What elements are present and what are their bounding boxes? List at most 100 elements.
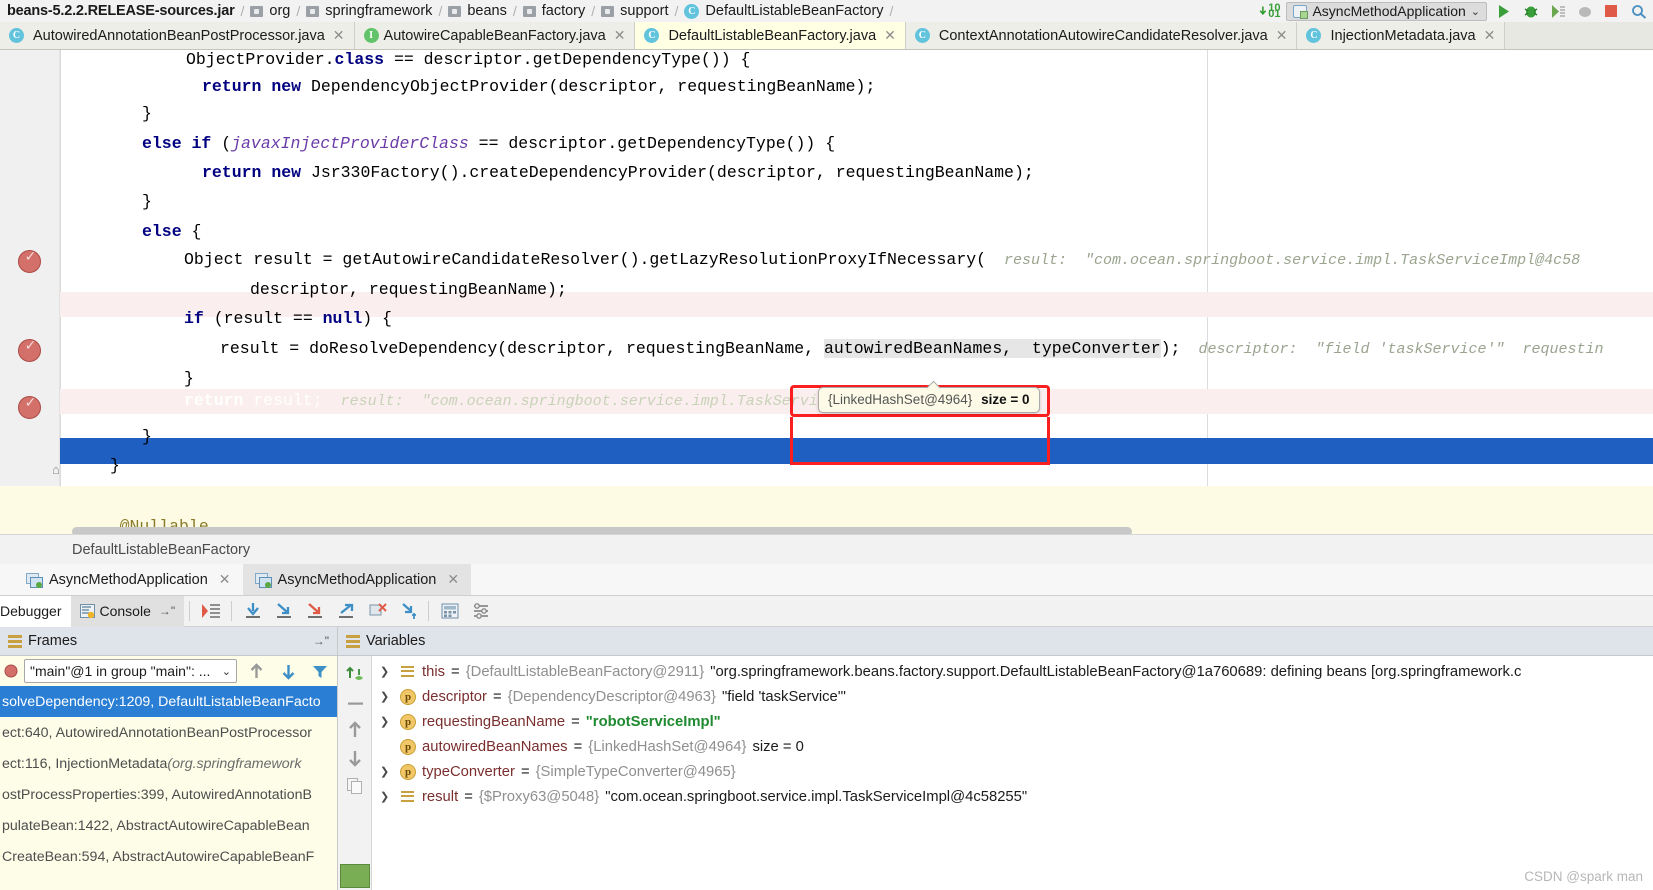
stack-frame-label: pulateBean:1422, AbstractAutowireCapable… (2, 817, 310, 834)
variable-name: this (422, 663, 446, 680)
chevron-right-icon[interactable]: ❯ (380, 690, 389, 703)
copy-icon[interactable] (338, 772, 372, 800)
variable-row-typeconverter[interactable]: ❯ p typeConverter = {SimpleTypeConverter… (372, 759, 1653, 784)
stack-frame-row[interactable]: ect:640, AutowiredAnnotationBeanPostProc… (0, 717, 337, 748)
profile-icon[interactable] (1574, 2, 1595, 21)
editor-tab-autowirecapablebeanfactory[interactable]: I AutowireCapableBeanFactory.java ✕ (354, 22, 636, 49)
tab-console[interactable]: Console →" (70, 595, 185, 627)
force-step-into-icon[interactable] (299, 596, 330, 627)
variables-list[interactable]: ❯ this = {DefaultListableBeanFactory@291… (372, 656, 1653, 890)
chevron-right-icon[interactable]: ❯ (380, 765, 389, 778)
code-line: descriptor, requestingBeanName); (250, 280, 567, 299)
field-icon (400, 665, 416, 679)
call-stack-list[interactable]: solveDependency:1209, DefaultListableBea… (0, 686, 337, 872)
tooltip-arrow-icon (927, 380, 940, 389)
variables-pane: Variables ❯ this = {DefaultListableBeanF… (338, 627, 1653, 890)
show-execution-point-icon[interactable] (195, 596, 226, 627)
variable-name: autowiredBeanNames (422, 738, 568, 755)
close-icon[interactable]: ✕ (884, 27, 896, 44)
add-watch-icon[interactable] (338, 660, 372, 690)
chevron-right-icon[interactable]: ❯ (380, 790, 389, 803)
variable-row-requestingbeanname[interactable]: ❯ p requestingBeanName = "robotServiceIm… (372, 709, 1653, 734)
pin-icon[interactable]: →" (313, 634, 329, 648)
download-sources-icon[interactable]: 10 01 (1259, 2, 1280, 21)
package-icon (448, 5, 462, 17)
drop-frame-icon[interactable] (361, 596, 392, 627)
breadcrumb-item-springframework[interactable]: springframework / (305, 3, 447, 19)
settings-icon[interactable] (465, 596, 496, 627)
chevron-right-icon[interactable]: ❯ (380, 715, 389, 728)
breakpoint-marker[interactable] (18, 249, 42, 273)
breadcrumb-label: factory (541, 3, 586, 19)
code-line: else if (javaxInjectProviderClass == des… (142, 134, 836, 153)
filter-icon[interactable] (307, 659, 333, 683)
arrow-down-icon[interactable] (275, 659, 301, 683)
session-tab-1[interactable]: AsyncMethodApplication ✕ (14, 564, 243, 595)
frames-pane-header: Frames →" (0, 627, 337, 656)
close-icon[interactable]: ✕ (614, 27, 626, 44)
equals-sign: = (464, 788, 473, 805)
run-configuration-selector[interactable]: AsyncMethodApplication ⌄ (1286, 1, 1487, 21)
frames-pane: Frames →" "main"@1 in group "main": ... … (0, 627, 338, 890)
package-icon (522, 5, 536, 17)
editor-tab-autowiredannotationbeanpostprocessor[interactable]: C AutowiredAnnotationBeanPostProcessor.j… (0, 22, 355, 49)
breadcrumb-item-factory[interactable]: factory / (522, 3, 600, 19)
editor-tab-defaultlistablebeanfactory[interactable]: C DefaultListableBeanFactory.java ✕ (635, 22, 906, 49)
session-tab-2[interactable]: AsyncMethodApplication ✕ (242, 564, 472, 595)
close-icon[interactable]: ✕ (219, 571, 231, 588)
scroll-thumb[interactable] (340, 864, 370, 888)
variable-row-descriptor[interactable]: ❯ p descriptor = {DependencyDescriptor@4… (372, 684, 1653, 709)
editor-tab-injectionmetadata[interactable]: C InjectionMetadata.java ✕ (1297, 22, 1506, 49)
editor-breadcrumb-label[interactable]: DefaultListableBeanFactory (72, 542, 250, 558)
tab-debugger[interactable]: Debugger (0, 595, 71, 627)
breadcrumb-separator-icon: / (591, 3, 596, 19)
pin-icon[interactable]: →" (159, 604, 175, 618)
step-into-icon[interactable] (268, 596, 299, 627)
code-fold-icon[interactable]: ⌂ (52, 463, 64, 476)
navbar-actions: 10 01 AsyncMethodApplication ⌄ (1259, 0, 1653, 22)
editor-tab-contextannotationautowirecandidateresolver[interactable]: C ContextAnnotationAutowireCandidateReso… (905, 22, 1298, 49)
step-out-icon[interactable] (330, 596, 361, 627)
stack-frame-row[interactable]: ect:116, InjectionMetadata (org.springfr… (0, 748, 337, 779)
stack-frame-row[interactable]: CreateBean:594, AbstractAutowireCapableB… (0, 841, 337, 872)
step-over-icon[interactable] (237, 596, 268, 627)
run-to-cursor-icon[interactable] (392, 596, 423, 627)
stack-frame-row[interactable]: pulateBean:1422, AbstractAutowireCapable… (0, 810, 337, 841)
close-icon[interactable]: ✕ (447, 571, 459, 588)
breadcrumb-item-class[interactable]: C DefaultListableBeanFactory / (683, 3, 898, 19)
coverage-icon[interactable] (1547, 2, 1568, 21)
search-icon[interactable] (1628, 2, 1649, 21)
stop-icon[interactable] (1601, 2, 1622, 21)
variable-name: descriptor (422, 688, 487, 705)
code-editor[interactable]: ObjectProvider.class == descriptor.getDe… (0, 50, 1653, 534)
close-icon[interactable]: ✕ (333, 27, 345, 44)
breadcrumb-label: org (269, 3, 291, 19)
arrow-up-icon[interactable] (243, 659, 269, 683)
remove-icon[interactable] (338, 690, 372, 716)
stack-frame-row[interactable]: solveDependency:1209, DefaultListableBea… (0, 686, 337, 717)
breadcrumb-item-jar[interactable]: beans-5.2.2.RELEASE-sources.jar / (4, 3, 249, 19)
thread-combo[interactable]: "main"@1 in group "main": ... ⌄ (24, 659, 237, 683)
move-up-icon[interactable] (338, 716, 372, 744)
breadcrumb-label: beans-5.2.2.RELEASE-sources.jar (7, 3, 235, 19)
stack-frame-row[interactable]: ostProcessProperties:399, AutowiredAnnot… (0, 779, 337, 810)
equals-sign: = (520, 763, 530, 780)
breakpoint-marker[interactable] (18, 338, 42, 362)
horizontal-scrollbar[interactable] (72, 527, 1132, 534)
run-icon[interactable] (1493, 2, 1514, 21)
evaluate-expression-icon[interactable] (434, 596, 465, 627)
debug-icon[interactable] (1520, 2, 1541, 21)
close-icon[interactable]: ✕ (1276, 27, 1288, 44)
breadcrumb-item-beans[interactable]: beans / (447, 3, 521, 19)
chevron-right-icon[interactable]: ❯ (380, 665, 389, 678)
class-icon: C (9, 28, 24, 43)
annotation-red-line-left (790, 417, 793, 465)
move-down-icon[interactable] (338, 744, 372, 772)
variable-row-autowiredbeannames[interactable]: p autowiredBeanNames = {LinkedHashSet@49… (372, 734, 1653, 759)
close-icon[interactable]: ✕ (1484, 27, 1496, 44)
breakpoint-marker[interactable] (18, 395, 42, 419)
breadcrumb-item-org[interactable]: org / (249, 3, 305, 19)
breadcrumb-item-support[interactable]: support / (600, 3, 683, 19)
variable-row-this[interactable]: ❯ this = {DefaultListableBeanFactory@291… (372, 659, 1653, 684)
variable-row-result[interactable]: ❯ result = {$Proxy63@5048} "com.ocean.sp… (372, 784, 1653, 809)
